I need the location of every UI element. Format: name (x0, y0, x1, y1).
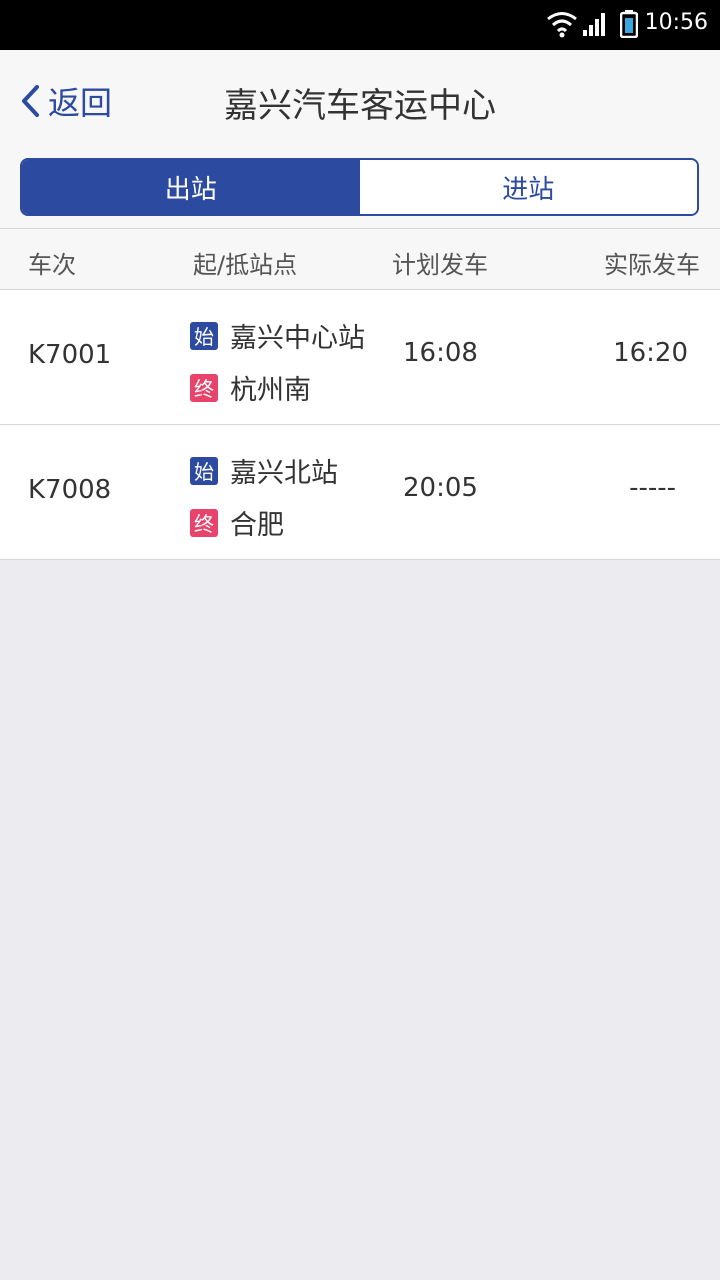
start-badge: 始 (190, 456, 218, 485)
wifi-icon (547, 12, 577, 38)
start-station-name: 嘉兴北站 (230, 458, 338, 489)
end-station-name: 合肥 (230, 510, 284, 541)
planned-time: 20:05 (403, 473, 478, 503)
tab-departure[interactable]: 出站 (22, 160, 360, 214)
header-actual: 实际发车 (604, 251, 700, 279)
header-stations: 起/抵站点 (193, 251, 298, 279)
battery-icon (620, 10, 638, 38)
nav-bar: 返回 嘉兴汽车客运中心 (0, 50, 720, 150)
end-station: 终 杭州南 (190, 368, 311, 407)
segment-container: 出站 进站 (0, 150, 720, 228)
end-station-name: 杭州南 (230, 375, 311, 406)
table-row[interactable]: K7001 始 嘉兴中心站 终 杭州南 16:08 16:20 (0, 290, 720, 425)
tab-arrival[interactable]: 进站 (359, 160, 697, 214)
end-badge: 终 (190, 373, 218, 402)
start-station: 始 嘉兴北站 (190, 451, 338, 490)
planned-time: 16:08 (403, 338, 478, 368)
end-badge: 终 (190, 508, 218, 537)
direction-segment: 出站 进站 (20, 158, 699, 216)
header-train: 车次 (28, 251, 76, 279)
signal-icon (583, 13, 605, 36)
actual-time: 16:20 (613, 338, 688, 368)
table-header: 车次 起/抵站点 计划发车 实际发车 (0, 228, 720, 290)
actual-time: ----- (629, 473, 676, 503)
schedule-list: K7001 始 嘉兴中心站 终 杭州南 16:08 16:20 K7008 始 … (0, 290, 720, 560)
start-station-name: 嘉兴中心站 (230, 323, 365, 354)
start-station: 始 嘉兴中心站 (190, 316, 365, 355)
train-number: K7001 (28, 340, 112, 370)
train-number: K7008 (28, 475, 112, 505)
end-station: 终 合肥 (190, 503, 284, 542)
status-time: 10:56 (644, 10, 708, 35)
table-row[interactable]: K7008 始 嘉兴北站 终 合肥 20:05 ----- (0, 425, 720, 560)
page-title: 嘉兴汽车客运中心 (224, 86, 496, 126)
status-bar: 10:56 (0, 0, 720, 50)
start-badge: 始 (190, 321, 218, 350)
header-planned: 计划发车 (392, 251, 488, 279)
